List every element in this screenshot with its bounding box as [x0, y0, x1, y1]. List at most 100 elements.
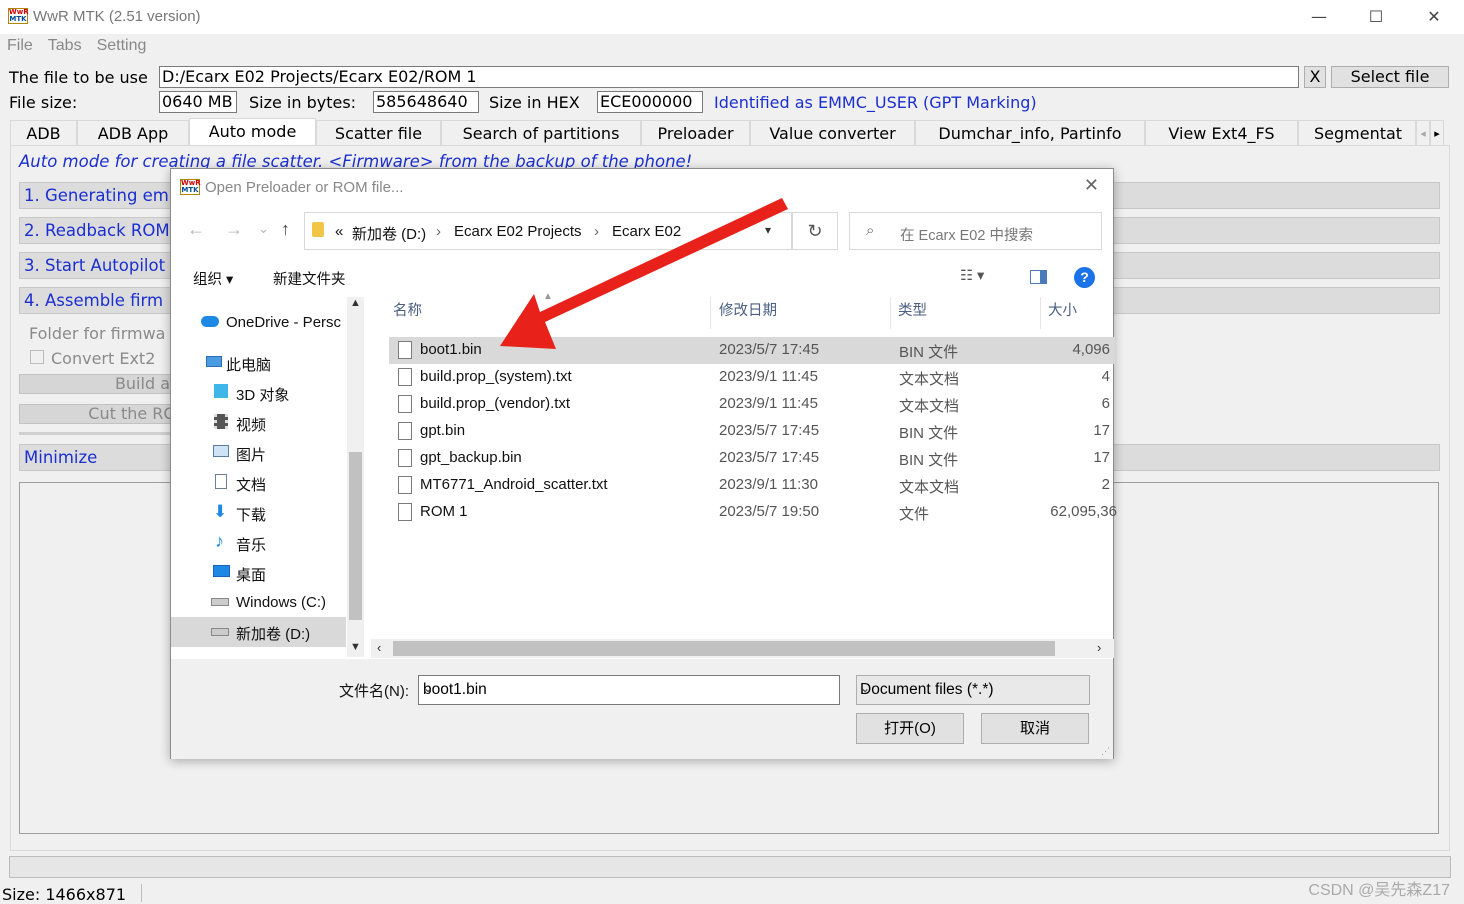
- menu-tabs[interactable]: Tabs: [48, 37, 82, 55]
- scrollbar-thumb[interactable]: [349, 452, 362, 620]
- address-dropdown-icon[interactable]: ▾: [765, 223, 771, 237]
- file-row[interactable]: gpt_backup.bin 2023/5/7 17:45 BIN 文件 17: [389, 445, 1115, 472]
- cut-rom-button[interactable]: Cut the RO: [19, 404, 179, 424]
- back-arrow-icon[interactable]: ←: [187, 219, 205, 240]
- tab-preloader[interactable]: Preloader: [641, 120, 750, 145]
- sidebar-item-windows-c[interactable]: Windows (C:): [171, 589, 346, 617]
- step-label: 4. Assemble firm: [24, 291, 164, 310]
- column-divider[interactable]: [890, 297, 891, 329]
- tab-scatter-file[interactable]: Scatter file: [316, 120, 441, 145]
- file-size: 6: [1101, 395, 1110, 412]
- convert-ext2-checkbox[interactable]: [30, 350, 44, 364]
- file-icon: [398, 422, 412, 440]
- sidebar-item-drive-d[interactable]: 新加卷 (D:): [171, 617, 346, 647]
- tab-adb[interactable]: ADB: [10, 120, 77, 145]
- tab-dumchar-info[interactable]: Dumchar_info, Partinfo: [915, 120, 1145, 145]
- menu-file[interactable]: File: [7, 37, 33, 55]
- preview-pane-icon[interactable]: [1030, 270, 1047, 284]
- build-button[interactable]: Build a: [19, 374, 179, 394]
- column-divider[interactable]: [1040, 297, 1041, 329]
- breadcrumb-drive-d[interactable]: 新加卷 (D:): [352, 223, 426, 244]
- tab-scroll-right-icon[interactable]: ▸: [1430, 120, 1444, 145]
- column-header-date[interactable]: 修改日期: [719, 299, 777, 320]
- size-hex-label: Size in HEX: [489, 93, 580, 112]
- open-button[interactable]: 打开(O): [856, 713, 964, 744]
- file-row[interactable]: build.prop_(vendor).txt 2023/9/1 11:45 文…: [389, 391, 1115, 418]
- file-name: build.prop_(vendor).txt: [420, 395, 571, 412]
- filetype-select[interactable]: Document files (*.*) ⌄: [856, 675, 1090, 705]
- clear-path-button[interactable]: X: [1304, 66, 1326, 88]
- desktop-icon: [213, 565, 230, 577]
- organize-menu[interactable]: 组织 ▾: [193, 268, 233, 289]
- chevron-down-icon[interactable]: ⌄: [423, 681, 833, 695]
- file-type: 文本文档: [899, 398, 960, 415]
- sidebar-item-label: OneDrive - Persc: [226, 314, 342, 331]
- sidebar-item-documents[interactable]: 文档: [171, 469, 346, 497]
- sidebar-item-music[interactable]: ♪ 音乐: [171, 529, 346, 557]
- cancel-button[interactable]: 取消: [981, 713, 1089, 744]
- column-header-type[interactable]: 类型: [898, 299, 927, 320]
- file-icon: [398, 503, 412, 521]
- file-size: 4: [1101, 368, 1110, 385]
- file-size: 4,096: [1072, 341, 1110, 358]
- recent-locations-icon[interactable]: ⌄: [258, 221, 269, 237]
- forward-arrow-icon[interactable]: →: [225, 219, 243, 240]
- tab-search-partitions[interactable]: Search of partitions: [441, 120, 641, 145]
- file-row[interactable]: boot1.bin 2023/5/7 17:45 BIN 文件 4,096: [389, 337, 1115, 364]
- file-size-mb-field: 0640 MB: [159, 91, 237, 113]
- menu-setting[interactable]: Setting: [97, 37, 147, 55]
- convert-ext2-label: Convert Ext2: [51, 349, 156, 368]
- scrollbar-thumb[interactable]: [393, 641, 1055, 656]
- navigation-scrollbar[interactable]: ▲ ▼: [347, 297, 364, 657]
- new-folder-button[interactable]: 新建文件夹: [273, 268, 346, 289]
- column-header-name[interactable]: 名称: [393, 299, 422, 320]
- tab-value-converter[interactable]: Value converter: [750, 120, 915, 145]
- maximize-window-button[interactable]: ☐: [1347, 0, 1405, 34]
- sidebar-item-desktop[interactable]: 桌面: [171, 559, 346, 587]
- select-file-button[interactable]: Select file: [1331, 66, 1449, 88]
- sidebar-item-label: 新加卷 (D:): [236, 626, 311, 643]
- scroll-right-icon[interactable]: ›: [1097, 640, 1101, 655]
- column-divider[interactable]: [710, 297, 711, 329]
- resize-grip-icon[interactable]: ⋰: [1101, 746, 1110, 757]
- scroll-left-icon[interactable]: ‹: [377, 640, 381, 655]
- address-bar[interactable]: « 新加卷 (D:) › Ecarx E02 Projects › Ecarx …: [304, 212, 792, 250]
- breadcrumb-overflow[interactable]: «: [335, 223, 343, 240]
- tab-strip: ADB ADB App Auto mode Scatter file Searc…: [10, 118, 1450, 145]
- column-header-size[interactable]: 大小: [1048, 299, 1077, 320]
- file-row[interactable]: build.prop_(system).txt 2023/9/1 11:45 文…: [389, 364, 1115, 391]
- search-box[interactable]: ⌕ 在 Ecarx E02 中搜索: [849, 212, 1102, 250]
- sidebar-item-onedrive[interactable]: OneDrive - Persc: [171, 309, 346, 337]
- breadcrumb-ecarx-e02[interactable]: Ecarx E02: [612, 223, 681, 240]
- chevron-down-icon[interactable]: ⌄: [860, 681, 1083, 695]
- up-arrow-icon[interactable]: ↑: [281, 219, 290, 240]
- scroll-up-icon[interactable]: ▲: [350, 297, 361, 309]
- filename-input[interactable]: boot1.bin ⌄: [418, 675, 840, 705]
- close-window-button[interactable]: ✕: [1405, 0, 1463, 34]
- tab-adb-app[interactable]: ADB App: [77, 120, 189, 145]
- tab-scroll-left-icon[interactable]: ◂: [1416, 120, 1430, 145]
- dialog-close-icon[interactable]: ✕: [1084, 175, 1099, 196]
- help-icon[interactable]: ?: [1074, 267, 1095, 288]
- sidebar-item-this-pc[interactable]: 此电脑: [171, 349, 346, 377]
- sidebar-item-videos[interactable]: 视频: [171, 409, 346, 437]
- view-options-icon[interactable]: ☷ ▾: [960, 268, 984, 284]
- tab-view-ext4[interactable]: View Ext4_FS: [1145, 120, 1298, 145]
- file-row[interactable]: gpt.bin 2023/5/7 17:45 BIN 文件 17: [389, 418, 1115, 445]
- file-row[interactable]: ROM 1 2023/5/7 19:50 文件 62,095,36: [389, 499, 1117, 526]
- tab-auto-mode[interactable]: Auto mode: [189, 118, 316, 145]
- sidebar-item-downloads[interactable]: ⬇ 下载: [171, 499, 346, 527]
- minimize-window-button[interactable]: —: [1290, 0, 1348, 34]
- breadcrumb-projects[interactable]: Ecarx E02 Projects: [454, 223, 582, 240]
- refresh-icon[interactable]: ↻: [792, 212, 838, 250]
- file-list-hscrollbar[interactable]: ‹ ›: [371, 639, 1114, 658]
- sidebar-item-3d-objects[interactable]: 3D 对象: [171, 379, 346, 407]
- file-date: 2023/5/7 17:45: [719, 422, 820, 439]
- search-placeholder: 在 Ecarx E02 中搜索: [900, 228, 1033, 244]
- sidebar-item-pictures[interactable]: 图片: [171, 439, 346, 467]
- tab-segmentation[interactable]: Segmentat: [1298, 120, 1416, 145]
- file-row[interactable]: MT6771_Android_scatter.txt 2023/9/1 11:3…: [389, 472, 1115, 499]
- file-path-field[interactable]: D:/Ecarx E02 Projects/Ecarx E02/ROM 1: [159, 66, 1299, 88]
- size-bytes-label: Size in bytes:: [249, 93, 357, 112]
- scroll-down-icon[interactable]: ▼: [350, 641, 361, 653]
